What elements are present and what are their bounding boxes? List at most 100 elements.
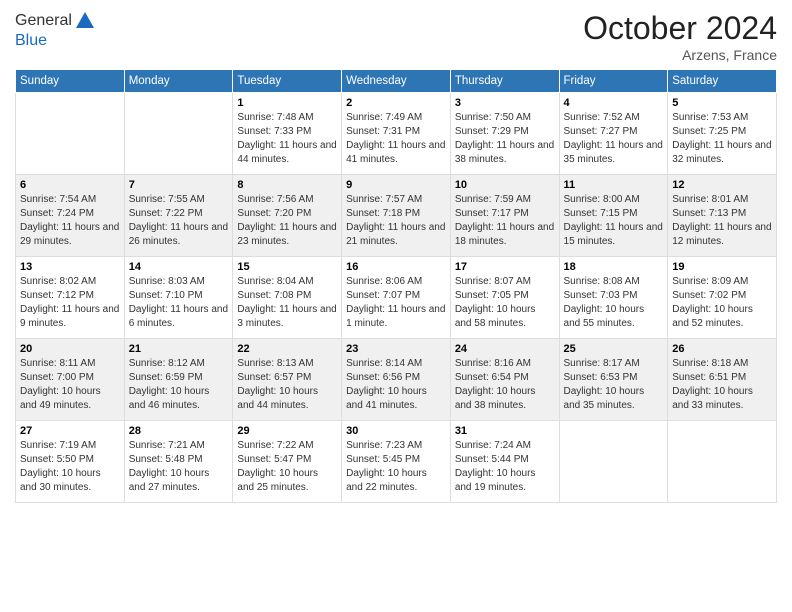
day-info: Sunrise: 7:54 AMSunset: 7:24 PMDaylight:… [20,193,120,249]
day-info: Sunrise: 8:01 AMSunset: 7:13 PMDaylight:… [672,193,772,249]
day-number: 21 [129,343,229,355]
day-number: 11 [564,179,664,191]
calendar-cell: 20 Sunrise: 8:11 AMSunset: 7:00 PMDayligh… [16,339,125,421]
calendar-cell: 6 Sunrise: 7:54 AMSunset: 7:24 PMDaylight… [16,175,125,257]
day-number: 4 [564,97,664,109]
calendar-cell: 23 Sunrise: 8:14 AMSunset: 6:56 PMDayligh… [342,339,451,421]
day-info: Sunrise: 7:52 AMSunset: 7:27 PMDaylight:… [564,111,664,167]
day-info: Sunrise: 7:59 AMSunset: 7:17 PMDaylight:… [455,193,555,249]
logo-text: General Blue [15,10,96,50]
title-block: October 2024 Arzens, France [583,10,777,63]
day-info: Sunrise: 8:14 AMSunset: 6:56 PMDaylight:… [346,357,446,413]
day-number: 2 [346,97,446,109]
day-number: 30 [346,425,446,437]
calendar-cell: 27Sunrise: 7:19 AMSunset: 5:50 PMDayligh… [16,421,125,503]
calendar-cell: 18Sunrise: 8:08 AMSunset: 7:03 PMDayligh… [559,257,668,339]
calendar-cell: 29Sunrise: 7:22 AMSunset: 5:47 PMDayligh… [233,421,342,503]
day-number: 26 [672,343,772,355]
calendar-cell: 11 Sunrise: 8:00 AMSunset: 7:15 PMDayligh… [559,175,668,257]
weekday-header: Wednesday [342,70,451,93]
calendar-cell: 1Sunrise: 7:48 AMSunset: 7:33 PMDaylight… [233,93,342,175]
weekday-header: Friday [559,70,668,93]
day-info: Sunrise: 7:50 AMSunset: 7:29 PMDaylight:… [455,111,555,167]
calendar-cell [668,421,777,503]
day-info: Sunrise: 8:11 AMSunset: 7:00 PMDaylight:… [20,357,120,413]
day-number: 28 [129,425,229,437]
day-number: 13 [20,261,120,273]
day-info: Sunrise: 8:16 AMSunset: 6:54 PMDaylight:… [455,357,555,413]
logo-blue-text: Blue [15,32,96,50]
day-number: 25 [564,343,664,355]
day-info: Sunrise: 8:07 AMSunset: 7:05 PMDaylight:… [455,275,555,331]
day-number: 27 [20,425,120,437]
calendar-cell: 28Sunrise: 7:21 AMSunset: 5:48 PMDayligh… [124,421,233,503]
weekday-header: Tuesday [233,70,342,93]
day-number: 7 [129,179,229,191]
day-info: Sunrise: 8:09 AMSunset: 7:02 PMDaylight:… [672,275,772,331]
calendar-cell: 26Sunrise: 8:18 AMSunset: 6:51 PMDayligh… [668,339,777,421]
day-number: 19 [672,261,772,273]
month-title: October 2024 [583,10,777,47]
calendar-cell: 16 Sunrise: 8:06 AMSunset: 7:07 PMDayligh… [342,257,451,339]
day-number: 31 [455,425,555,437]
calendar-cell: 12 Sunrise: 8:01 AMSunset: 7:13 PMDayligh… [668,175,777,257]
day-info: Sunrise: 8:04 AMSunset: 7:08 PMDaylight:… [237,275,337,331]
logo: General Blue [15,10,96,50]
calendar-cell: 7 Sunrise: 7:55 AMSunset: 7:22 PMDaylight… [124,175,233,257]
day-info: Sunrise: 8:06 AMSunset: 7:07 PMDaylight:… [346,275,446,331]
day-info: Sunrise: 7:57 AMSunset: 7:18 PMDaylight:… [346,193,446,249]
day-info: Sunrise: 8:13 AMSunset: 6:57 PMDaylight:… [237,357,337,413]
day-number: 20 [20,343,120,355]
calendar-header-row: SundayMondayTuesdayWednesdayThursdayFrid… [16,70,777,93]
calendar-cell: 22 Sunrise: 8:13 AMSunset: 6:57 PMDayligh… [233,339,342,421]
calendar-week-row: 1Sunrise: 7:48 AMSunset: 7:33 PMDaylight… [16,93,777,175]
weekday-header: Saturday [668,70,777,93]
day-number: 15 [237,261,337,273]
logo-icon [74,10,96,32]
day-number: 12 [672,179,772,191]
calendar-table: SundayMondayTuesdayWednesdayThursdayFrid… [15,69,777,503]
day-info: Sunrise: 8:00 AMSunset: 7:15 PMDaylight:… [564,193,664,249]
calendar-cell: 25 Sunrise: 8:17 AMSunset: 6:53 PMDayligh… [559,339,668,421]
day-info: Sunrise: 8:12 AMSunset: 6:59 PMDaylight:… [129,357,229,413]
day-info: Sunrise: 8:08 AMSunset: 7:03 PMDaylight:… [564,275,664,331]
day-number: 14 [129,261,229,273]
day-number: 24 [455,343,555,355]
calendar-cell: 2 Sunrise: 7:49 AMSunset: 7:31 PMDaylight… [342,93,451,175]
calendar-week-row: 13 Sunrise: 8:02 AMSunset: 7:12 PMDayligh… [16,257,777,339]
day-number: 6 [20,179,120,191]
logo-general: General [15,12,72,30]
calendar-cell: 13 Sunrise: 8:02 AMSunset: 7:12 PMDayligh… [16,257,125,339]
calendar-cell: 30Sunrise: 7:23 AMSunset: 5:45 PMDayligh… [342,421,451,503]
weekday-header: Monday [124,70,233,93]
day-number: 22 [237,343,337,355]
calendar-cell: 15 Sunrise: 8:04 AMSunset: 7:08 PMDayligh… [233,257,342,339]
calendar-cell [124,93,233,175]
calendar-cell [559,421,668,503]
calendar-cell: 14Sunrise: 8:03 AMSunset: 7:10 PMDayligh… [124,257,233,339]
day-number: 16 [346,261,446,273]
calendar-cell: 8Sunrise: 7:56 AMSunset: 7:20 PMDaylight… [233,175,342,257]
day-number: 23 [346,343,446,355]
calendar-cell: 3Sunrise: 7:50 AMSunset: 7:29 PMDaylight… [450,93,559,175]
calendar-week-row: 20 Sunrise: 8:11 AMSunset: 7:00 PMDayligh… [16,339,777,421]
day-number: 8 [237,179,337,191]
calendar-cell: 4 Sunrise: 7:52 AMSunset: 7:27 PMDaylight… [559,93,668,175]
header: General Blue October 2024 Arzens, France [15,10,777,63]
location: Arzens, France [583,47,777,63]
calendar-week-row: 27Sunrise: 7:19 AMSunset: 5:50 PMDayligh… [16,421,777,503]
day-number: 17 [455,261,555,273]
day-info: Sunrise: 8:02 AMSunset: 7:12 PMDaylight:… [20,275,120,331]
day-info: Sunrise: 7:53 AMSunset: 7:25 PMDaylight:… [672,111,772,167]
page: General Blue October 2024 Arzens, France… [0,0,792,513]
day-info: Sunrise: 7:49 AMSunset: 7:31 PMDaylight:… [346,111,446,167]
calendar-cell: 21 Sunrise: 8:12 AMSunset: 6:59 PMDayligh… [124,339,233,421]
calendar-cell [16,93,125,175]
day-info: Sunrise: 8:17 AMSunset: 6:53 PMDaylight:… [564,357,664,413]
day-info: Sunrise: 7:48 AMSunset: 7:33 PMDaylight:… [237,111,337,167]
calendar-cell: 10Sunrise: 7:59 AMSunset: 7:17 PMDayligh… [450,175,559,257]
day-info: Sunrise: 7:55 AMSunset: 7:22 PMDaylight:… [129,193,229,249]
day-number: 5 [672,97,772,109]
calendar-cell: 5 Sunrise: 7:53 AMSunset: 7:25 PMDaylight… [668,93,777,175]
calendar-cell: 9Sunrise: 7:57 AMSunset: 7:18 PMDaylight… [342,175,451,257]
